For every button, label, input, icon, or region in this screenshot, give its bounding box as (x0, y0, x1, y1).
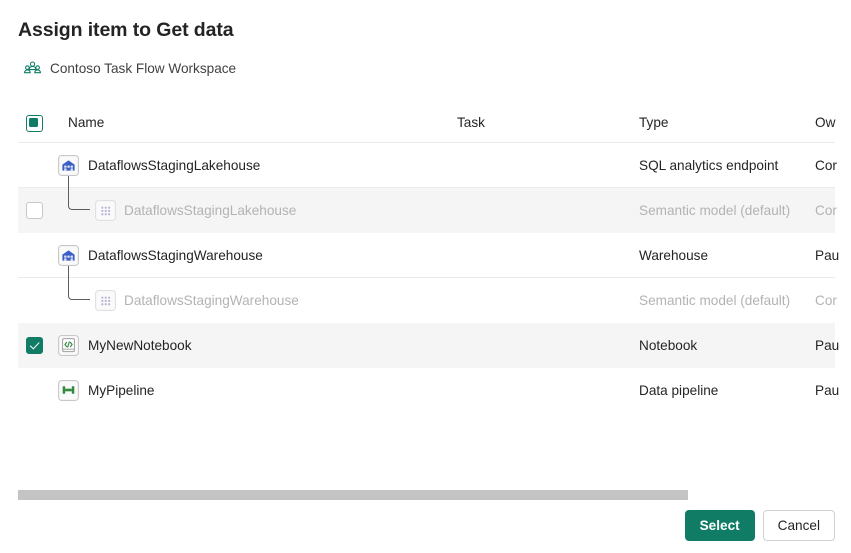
cancel-button[interactable]: Cancel (763, 510, 835, 541)
row-item-type: Semantic model (default) (639, 293, 790, 308)
semantic-model-icon (95, 200, 116, 221)
page-title: Assign item to Get data (18, 19, 234, 42)
semantic-model-icon (95, 290, 116, 311)
dialog-footer: Select Cancel (685, 510, 835, 541)
row-item-type: Semantic model (default) (639, 203, 790, 218)
table-row[interactable]: DataflowsStagingWarehouse Warehouse Pau (0, 233, 851, 278)
table-row[interactable]: MyNewNotebook Notebook Pau (0, 323, 851, 368)
table-header-row: Name Task Type Ow (0, 104, 851, 143)
workspace-people-icon (24, 60, 41, 77)
row-item-owner: Pau (815, 338, 839, 353)
column-header-name[interactable]: Name (68, 115, 104, 130)
row-item-type: Warehouse (639, 248, 708, 263)
select-button[interactable]: Select (685, 510, 755, 541)
row-item-name: DataflowsStagingWarehouse (124, 293, 299, 308)
breadcrumb-workspace-label[interactable]: Contoso Task Flow Workspace (50, 61, 236, 76)
row-item-owner: Pau (815, 248, 839, 263)
row-item-owner: Cor (815, 158, 837, 173)
row-item-name: DataflowsStagingLakehouse (124, 203, 296, 218)
scrollbar-thumb[interactable] (18, 490, 688, 500)
horizontal-scrollbar[interactable] (18, 490, 835, 500)
tree-connector-line (68, 176, 90, 210)
lakehouse-icon (58, 155, 79, 176)
row-checkbox[interactable] (26, 202, 43, 219)
row-item-name: MyPipeline (88, 383, 155, 398)
column-header-owner[interactable]: Ow (815, 115, 835, 130)
assign-item-dialog: Assign item to Get data Contoso Task Flo… (0, 0, 851, 553)
row-item-type: Notebook (639, 338, 697, 353)
row-item-type: Data pipeline (639, 383, 718, 398)
notebook-icon (58, 335, 79, 356)
table-row[interactable]: MyPipeline Data pipeline Pau (0, 368, 851, 413)
table-row[interactable]: DataflowsStagingLakehouse SQL analytics e… (0, 143, 851, 188)
table-row[interactable]: DataflowsStagingLakehouse Semantic model … (0, 188, 851, 233)
column-header-task[interactable]: Task (457, 115, 485, 130)
row-item-owner: Cor (815, 203, 837, 218)
warehouse-icon (58, 245, 79, 266)
table-row[interactable]: DataflowsStagingWarehouse Semantic model … (0, 278, 851, 323)
tree-connector-line (68, 266, 90, 300)
row-item-type: SQL analytics endpoint (639, 158, 778, 173)
select-all-checkbox[interactable] (26, 115, 43, 132)
row-item-name: DataflowsStagingLakehouse (88, 158, 260, 173)
row-item-owner: Cor (815, 293, 837, 308)
table-body: DataflowsStagingLakehouse SQL analytics e… (0, 143, 851, 413)
breadcrumb: Contoso Task Flow Workspace (24, 58, 236, 78)
row-item-owner: Pau (815, 383, 839, 398)
pipeline-icon (58, 380, 79, 401)
row-item-name: MyNewNotebook (88, 338, 192, 353)
column-header-type[interactable]: Type (639, 115, 668, 130)
row-item-name: DataflowsStagingWarehouse (88, 248, 263, 263)
row-checkbox-checked[interactable] (26, 337, 43, 354)
items-table: Name Task Type Ow DataflowsStagingLakeho… (0, 104, 851, 413)
